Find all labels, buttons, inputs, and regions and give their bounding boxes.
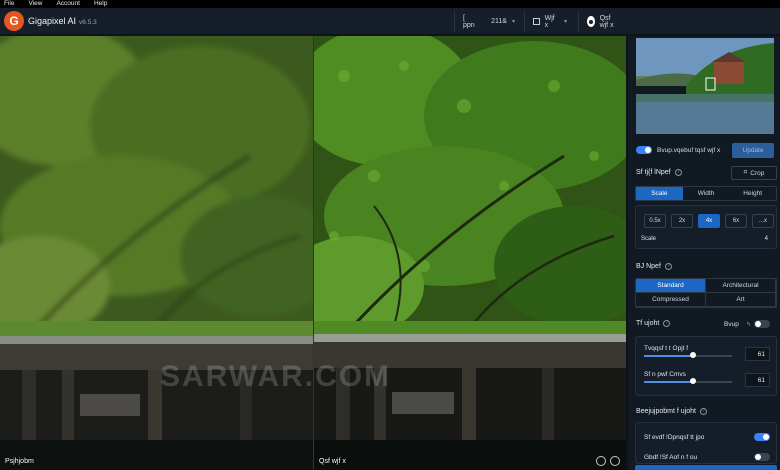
zoom-out-icon[interactable] bbox=[610, 456, 620, 466]
model-standard[interactable]: Standard bbox=[636, 279, 706, 293]
zoom-in-icon[interactable] bbox=[596, 456, 606, 466]
help-icon[interactable]: ? bbox=[674, 169, 682, 176]
settings-label: Tf ujoht bbox=[636, 320, 660, 327]
app-title: Gigapixel AI v6.5.3 bbox=[28, 16, 97, 26]
crop-icon: ⌗ bbox=[743, 169, 748, 176]
split-view-icon bbox=[533, 18, 540, 25]
thumbnail-image bbox=[636, 38, 774, 134]
export-button[interactable] bbox=[635, 465, 777, 470]
suppress-noise-value[interactable]: 61 bbox=[745, 347, 770, 361]
face-refinement-label: Gbdf !Sf Aof n f ou bbox=[644, 453, 698, 461]
auto-update-toggle[interactable] bbox=[636, 146, 652, 154]
scale-custom-button[interactable]: ...x bbox=[752, 214, 774, 228]
view-mode-dropdown[interactable]: Wjf x ▾ bbox=[524, 11, 575, 32]
title-bar: G Gigapixel AI v6.5.3 [ ppn 211& ▾ Wjf x … bbox=[0, 8, 780, 35]
auto-label: Bvup bbox=[724, 320, 739, 328]
suppress-noise-fill bbox=[644, 355, 693, 357]
lightning-icon: ϟ bbox=[746, 320, 751, 328]
auto-update-row: Bvup.vqebuf tqsf wjf x Update bbox=[636, 142, 774, 158]
chevron-down-icon: ▾ bbox=[511, 19, 515, 25]
preview-toggle[interactable]: Qsf wjf x bbox=[578, 11, 626, 32]
help-icon[interactable]: ? bbox=[664, 263, 672, 270]
tab-width[interactable]: Width bbox=[683, 187, 730, 200]
menu-bar: File View Account Help bbox=[0, 0, 780, 8]
menu-file[interactable]: File bbox=[4, 0, 14, 8]
preview-label: Qsf wjf x bbox=[599, 14, 614, 29]
suppress-noise-handle[interactable] bbox=[690, 352, 696, 358]
preview-pane-label: Qsf wjf x bbox=[319, 458, 346, 465]
auto-update-label: Bvup.vqebuf tqsf wjf x bbox=[657, 146, 721, 154]
zoom-control[interactable]: [ ppn 211& ▾ bbox=[454, 11, 523, 32]
update-button[interactable]: Update bbox=[732, 142, 774, 158]
ai-model-options: Standard Architectural Compressed Art bbox=[635, 278, 777, 308]
menu-view[interactable]: View bbox=[28, 0, 42, 8]
face-refinement-row: Gbdf !Sf Aof n f ou bbox=[636, 453, 770, 461]
settings-title: Tf ujoht ? bbox=[636, 320, 671, 327]
settings-sliders-box: Tvqqsf t t Opjt f 61 Sf n pwf Cmvs 61 bbox=[635, 336, 777, 396]
model-art[interactable]: Art bbox=[706, 293, 776, 307]
chevron-down-icon: ▾ bbox=[563, 19, 567, 25]
preview-image-pane[interactable]: Qsf wjf x bbox=[313, 36, 626, 470]
preview-image bbox=[314, 36, 626, 470]
resize-mode-title: Sf tj{f lNpef ? bbox=[636, 169, 682, 176]
zoom-value: 211& bbox=[491, 18, 507, 25]
scale-2x-button[interactable]: 2x bbox=[671, 214, 693, 228]
watermark: SARWAR.COM bbox=[160, 360, 392, 393]
remove-blur-fill bbox=[644, 381, 693, 383]
zoom-icons bbox=[596, 456, 620, 466]
tab-height[interactable]: Height bbox=[729, 187, 776, 200]
original-image bbox=[0, 36, 313, 470]
help-icon[interactable]: ? bbox=[699, 408, 707, 415]
view-mode-label: Wjf x bbox=[544, 14, 555, 29]
help-icon[interactable]: ? bbox=[663, 320, 671, 327]
remove-blur-handle[interactable] bbox=[690, 378, 696, 384]
auto-settings-toggle[interactable] bbox=[754, 320, 771, 328]
size-mode-tabs: Scale Width Height bbox=[635, 186, 777, 201]
original-pane-label: Psjhjobm bbox=[5, 458, 34, 465]
scale-label: Scale bbox=[641, 236, 657, 242]
reduce-compression-toggle[interactable] bbox=[754, 433, 770, 441]
crop-button-label: Crop bbox=[750, 169, 765, 177]
model-architectural[interactable]: Architectural bbox=[706, 279, 776, 293]
scale-options-box: 0.5x 2x 4x 6x ...x Scale 4 bbox=[635, 205, 777, 249]
scale-4x-button[interactable]: 4x bbox=[698, 214, 720, 228]
eye-icon bbox=[587, 16, 595, 27]
ai-model-label: BJ Npef bbox=[636, 263, 661, 270]
additional-settings-title: Beejujpobmt f ujoht ? bbox=[636, 408, 707, 415]
navigator-thumbnail[interactable] bbox=[636, 38, 774, 134]
reduce-compression-row: Sf evdf !Dpnqsf tt jpo bbox=[636, 433, 770, 441]
remove-blur-value[interactable]: 61 bbox=[745, 373, 770, 387]
additional-settings-label: Beejujpobmt f ujoht bbox=[636, 408, 696, 415]
scale-value: 4 bbox=[764, 236, 768, 242]
remove-blur-row: Sf n pwf Cmvs 61 bbox=[644, 371, 770, 387]
scale-6x-button[interactable]: 6x bbox=[725, 214, 747, 228]
auto-settings-row: Bvup ϟ bbox=[724, 320, 771, 328]
scale-buttons: 0.5x 2x 4x 6x ...x bbox=[644, 214, 774, 228]
reduce-compression-label: Sf evdf !Dpnqsf tt jpo bbox=[644, 433, 705, 441]
app-logo-icon: G bbox=[4, 11, 24, 31]
menu-help[interactable]: Help bbox=[94, 0, 107, 8]
original-image-pane[interactable]: Psjhjobm bbox=[0, 36, 313, 470]
suppress-noise-row: Tvqqsf t t Opjt f 61 bbox=[644, 345, 770, 361]
model-compressed[interactable]: Compressed bbox=[636, 293, 706, 307]
crop-button[interactable]: ⌗ Crop bbox=[731, 166, 777, 180]
zoom-label: [ ppn bbox=[463, 14, 475, 29]
resize-mode-label: Sf tj{f lNpef bbox=[636, 169, 671, 176]
menu-account[interactable]: Account bbox=[56, 0, 80, 8]
app-name: Gigapixel AI bbox=[28, 16, 77, 26]
app-version: v6.5.3 bbox=[79, 19, 97, 26]
face-refinement-toggle[interactable] bbox=[754, 453, 770, 461]
scale-0-5x-button[interactable]: 0.5x bbox=[644, 214, 666, 228]
settings-panel: Bvup.vqebuf tqsf wjf x Update Sf tj{f lN… bbox=[627, 36, 780, 470]
ai-model-title: BJ Npef ? bbox=[636, 263, 672, 270]
tab-scale[interactable]: Scale bbox=[636, 187, 683, 200]
scale-readout: Scale 4 bbox=[641, 236, 768, 242]
